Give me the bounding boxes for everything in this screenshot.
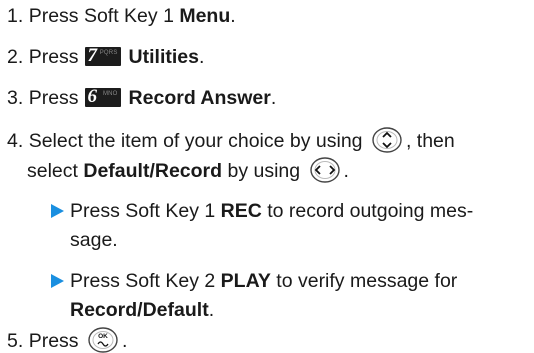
step-4-text-b: , then: [405, 130, 455, 152]
bullet-2-bold: PLAY: [220, 270, 271, 292]
key-6-icon: 6 MNO: [84, 86, 121, 107]
bullet-2-a: Press Soft Key 2: [70, 270, 221, 292]
step-5-end: .: [121, 330, 128, 352]
up-down-nav-key-icon: [372, 127, 402, 153]
step-4-line2-a: select: [27, 160, 84, 182]
step-1-end: .: [230, 5, 236, 27]
step-5: 5. Press OK .: [7, 327, 127, 353]
bullet-1-line2: sage.: [70, 229, 118, 251]
bullet-1-line-2: sage.: [70, 228, 118, 252]
play-arrow-icon: [51, 204, 64, 218]
bullet-1-b: to record outgoing mes-: [261, 200, 474, 222]
key-6-digit: 6: [87, 86, 98, 107]
step-4-bold: Default/Record: [83, 160, 223, 182]
step-2-number: 2.: [7, 46, 24, 68]
key-7-icon: 7 PQRS: [84, 45, 121, 66]
bullet-2-end: .: [208, 299, 215, 321]
step-3-end: .: [270, 87, 277, 109]
step-3-text: Press: [28, 87, 79, 109]
step-1-text: Press Soft Key 1: [28, 5, 180, 27]
key-6-letters: MNO: [102, 91, 118, 97]
step-3: 3. Press 6 MNO Record Answer.: [7, 86, 276, 110]
step-3-bold: Record Answer: [128, 87, 271, 109]
bullet-2-line2-bold: Record/Default: [70, 299, 209, 321]
play-arrow-icon: [51, 274, 64, 288]
step-5-number: 5.: [7, 330, 24, 352]
bullet-1-line-1: Press Soft Key 1 REC to record outgoing …: [51, 199, 473, 223]
ok-key-label: OK: [98, 333, 108, 340]
step-5-text: Press: [28, 330, 79, 352]
bullet-2-b: to verify message for: [270, 270, 458, 292]
step-3-number: 3.: [7, 87, 24, 109]
step-1-number: 1.: [7, 5, 24, 27]
bullet-1-a: Press Soft Key 1: [70, 200, 221, 222]
key-7-digit: 7: [87, 45, 98, 66]
bullet-1-bold: REC: [220, 200, 262, 222]
bullet-2-line-1: Press Soft Key 2 PLAY to verify message …: [51, 269, 457, 293]
step-4-number: 4.: [7, 130, 24, 152]
step-1: 1. Press Soft Key 1 Menu.: [7, 4, 236, 28]
step-2-text: Press: [28, 46, 79, 68]
ok-key-icon: OK: [88, 327, 118, 353]
step-4-text-a: Select the item of your choice by using: [28, 130, 363, 152]
step-4-line-1: 4. Select the item of your choice by usi…: [7, 127, 455, 153]
bullet-2-line-2: Record/Default.: [70, 298, 214, 322]
step-4-line2-b: by using: [222, 160, 301, 182]
step-1-bold: Menu: [179, 5, 231, 27]
instruction-page: 1. Press Soft Key 1 Menu. 2. Press 7 PQRS U…: [0, 0, 534, 353]
step-2-bold: Utilities: [128, 46, 199, 68]
step-4-end: .: [343, 160, 349, 182]
left-right-nav-key-icon: [309, 157, 340, 183]
step-4-line-2: select Default/Record by using .: [27, 157, 349, 183]
step-2: 2. Press 7 PQRS Utilities.: [7, 45, 204, 69]
key-7-letters: PQRS: [99, 50, 118, 56]
step-2-end: .: [198, 46, 205, 68]
